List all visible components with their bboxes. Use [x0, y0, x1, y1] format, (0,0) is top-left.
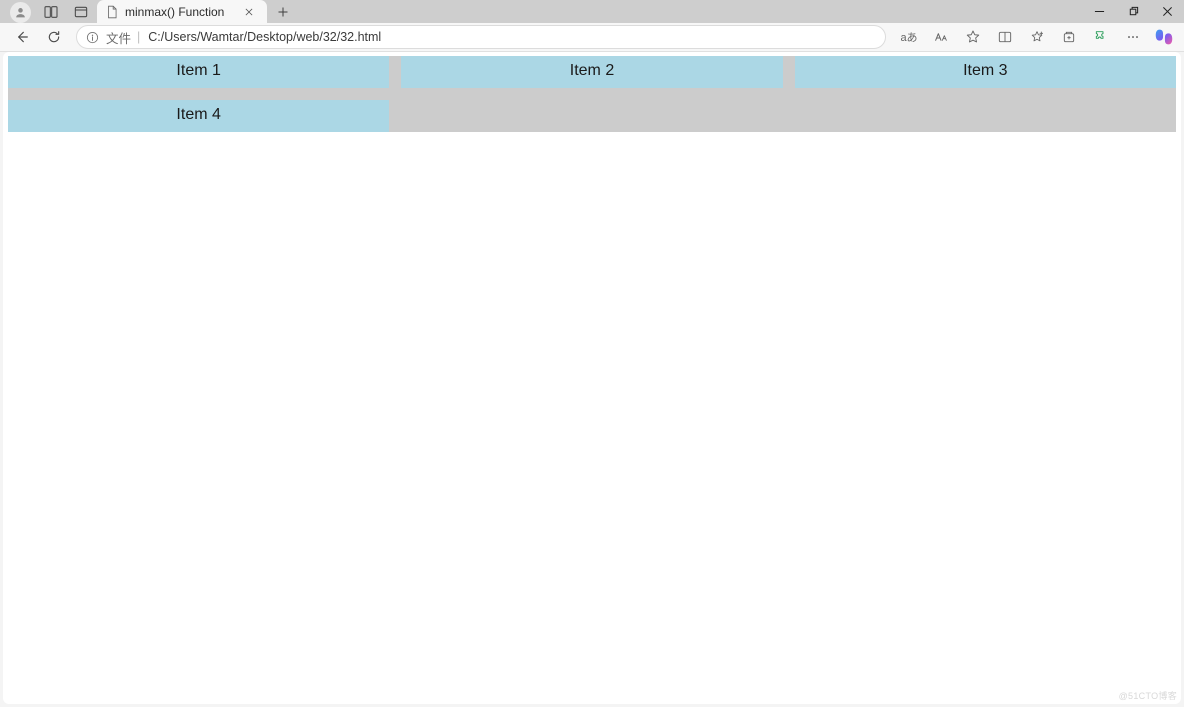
- workspaces-icon: [43, 4, 59, 20]
- grid-item: Item 3: [795, 56, 1176, 88]
- info-icon: [85, 30, 100, 45]
- favorites-bar-button[interactable]: [1022, 24, 1052, 50]
- close-icon: [1162, 6, 1173, 17]
- person-icon: [14, 6, 27, 19]
- translate-button[interactable]: aあ: [894, 24, 924, 50]
- page-body: Item 1 Item 2 Item 3 Item 4: [3, 52, 1181, 136]
- workspaces-button[interactable]: [41, 2, 61, 22]
- favorite-button[interactable]: [958, 24, 988, 50]
- browser-tab-active[interactable]: minmax() Function: [97, 0, 267, 23]
- collections-button[interactable]: [1054, 24, 1084, 50]
- tab-strip: minmax() Function: [0, 0, 1184, 23]
- restore-icon: [1128, 6, 1139, 17]
- grid-item: Item 4: [8, 100, 389, 132]
- window-controls: [1082, 0, 1184, 23]
- toolbar-right: aあ: [894, 24, 1176, 50]
- read-aloud-button[interactable]: [926, 24, 956, 50]
- tab-title: minmax() Function: [125, 5, 241, 19]
- grid-empty-area: [401, 100, 1176, 132]
- star-plus-icon: [1029, 29, 1045, 45]
- window-restore-button[interactable]: [1116, 0, 1150, 23]
- star-icon: [965, 29, 981, 45]
- toolbar: 文件 | C:/Users/Wamtar/Desktop/web/32/32.h…: [0, 23, 1184, 52]
- collections-icon: [1061, 29, 1077, 45]
- close-icon: [244, 7, 254, 17]
- more-button[interactable]: [1118, 24, 1148, 50]
- extensions-button[interactable]: [1086, 24, 1116, 50]
- site-info-button[interactable]: [85, 30, 100, 45]
- nav-refresh-button[interactable]: [40, 24, 68, 50]
- page-viewport: Item 1 Item 2 Item 3 Item 4 @51CTO博客: [3, 52, 1181, 704]
- puzzle-icon: [1093, 29, 1109, 45]
- address-separator: |: [137, 30, 140, 44]
- window-minimize-button[interactable]: [1082, 0, 1116, 23]
- grid-item: Item 1: [8, 56, 389, 88]
- plus-icon: [277, 6, 289, 18]
- tab-actions-icon: [73, 4, 89, 20]
- address-path: C:/Users/Wamtar/Desktop/web/32/32.html: [148, 30, 381, 44]
- new-tab-button[interactable]: [269, 0, 297, 23]
- demo-grid: Item 1 Item 2 Item 3 Item 4: [8, 56, 1176, 132]
- text-size-icon: [933, 29, 949, 45]
- profile-button[interactable]: [10, 2, 31, 23]
- tab-actions-button[interactable]: [71, 2, 91, 22]
- tab-strip-left: [4, 0, 91, 23]
- copilot-icon: [1153, 26, 1175, 48]
- address-bar[interactable]: 文件 | C:/Users/Wamtar/Desktop/web/32/32.h…: [76, 25, 886, 49]
- copilot-button[interactable]: [1152, 25, 1176, 49]
- translate-icon: aあ: [900, 29, 917, 45]
- dots-icon: [1125, 29, 1141, 45]
- address-scheme-label: 文件: [106, 28, 131, 47]
- minimize-icon: [1094, 6, 1105, 17]
- split-screen-button[interactable]: [990, 24, 1020, 50]
- arrow-left-icon: [14, 29, 30, 45]
- window-close-button[interactable]: [1150, 0, 1184, 23]
- split-icon: [997, 29, 1013, 45]
- refresh-icon: [46, 29, 62, 45]
- nav-back-button[interactable]: [8, 24, 36, 50]
- grid-item: Item 2: [401, 56, 782, 88]
- watermark: @51CTO博客: [1119, 689, 1177, 702]
- file-icon: [105, 5, 119, 19]
- tab-close-button[interactable]: [241, 4, 257, 20]
